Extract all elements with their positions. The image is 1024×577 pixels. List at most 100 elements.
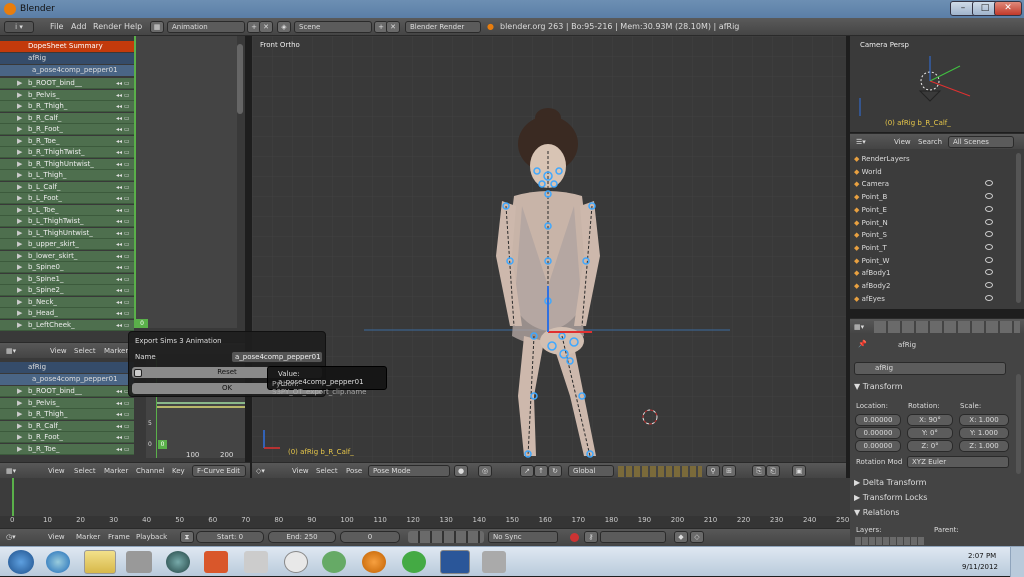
name-input[interactable]: a_pose4comp_pepper01	[231, 351, 323, 363]
channel-row[interactable]: ▶ b_Spine1_ ◂◂ ▭	[0, 273, 134, 285]
snap-icon[interactable]: ⊞	[722, 465, 736, 477]
taskbar-app-icon[interactable]	[126, 551, 152, 573]
timeline-menu-view[interactable]: View	[48, 533, 65, 541]
object-name-field[interactable]: afRig	[854, 362, 1006, 375]
visibility-eye-icon[interactable]	[985, 282, 993, 288]
visibility-lock-icon[interactable]: ◂◂ ▭	[116, 115, 130, 122]
expand-triangle-icon[interactable]: ▶	[17, 398, 22, 409]
channel-row[interactable]: ▶ b_L_Thigh_ ◂◂ ▭	[0, 170, 134, 181]
character-model[interactable]	[252, 36, 846, 462]
word-icon[interactable]	[440, 550, 470, 574]
menu-add[interactable]: Add	[71, 22, 87, 31]
visibility-lock-icon[interactable]: ◂◂ ▭	[116, 276, 130, 283]
visibility-eye-icon[interactable]	[985, 256, 993, 263]
channel-row[interactable]: ▶ b_Head_ ◂◂ ▭	[0, 308, 134, 319]
visibility-lock-icon[interactable]: ◂◂ ▭	[116, 287, 130, 294]
visibility-eye-icon[interactable]	[985, 205, 993, 212]
channel-row[interactable]: ▶ b_L_Toe_ ◂◂ ▭	[0, 204, 134, 216]
outliner-item[interactable]: ◆ Camera	[854, 178, 1021, 190]
app-icon[interactable]	[402, 551, 426, 573]
expand-triangle-icon[interactable]: ▶	[17, 216, 22, 227]
graph-mode-select[interactable]: F-Curve Edit	[192, 465, 246, 477]
channel-row[interactable]: ▶ b_L_ThighTwist_ ◂◂ ▭	[0, 216, 134, 227]
outliner-item[interactable]: ◆ afEyes	[854, 293, 1021, 305]
graph-menu-view[interactable]: View	[48, 467, 65, 475]
visibility-lock-icon[interactable]: ◂◂ ▭	[116, 92, 130, 99]
channel-row[interactable]: ▶ b_upper_skirt_ ◂◂ ▭	[0, 239, 134, 250]
camera-viewport[interactable]: Camera Persp (0) afRig b_R_Calf_	[850, 36, 1024, 132]
expand-triangle-icon[interactable]: ▶	[17, 262, 22, 273]
mode-select[interactable]: Pose Mode	[368, 465, 450, 477]
scale-z-field[interactable]: Z: 1.000	[959, 440, 1009, 452]
channel-row[interactable]: ▶ b_Spine2_ ◂◂ ▭	[0, 285, 134, 296]
close-button[interactable]: ✕	[994, 1, 1022, 16]
channel-row[interactable]: ▶ b_R_Calf_ ◂◂ ▭	[0, 112, 134, 124]
expand-triangle-icon[interactable]: ▶	[17, 78, 22, 89]
dopesheet-menu-view[interactable]: View	[50, 347, 67, 355]
expand-triangle-icon[interactable]: ▶	[17, 432, 22, 443]
render-preview-icon[interactable]: ▣	[792, 465, 806, 477]
sync-select[interactable]: No Sync	[488, 531, 558, 543]
rotation-z-field[interactable]: Z: 0°	[907, 440, 953, 452]
visibility-lock-icon[interactable]: ◂◂ ▭	[116, 103, 130, 110]
visibility-eye-icon[interactable]	[985, 294, 993, 301]
expand-triangle-icon[interactable]: ▶	[17, 251, 22, 262]
talk-icon[interactable]	[284, 551, 308, 573]
visibility-lock-icon[interactable]: ◂◂ ▭	[116, 184, 130, 191]
expand-triangle-icon[interactable]: ▶	[17, 90, 22, 101]
pose-paste-icon[interactable]: ⎗	[766, 465, 780, 477]
fcurve-line[interactable]	[156, 406, 245, 408]
menu-render[interactable]: Render	[93, 22, 121, 31]
visibility-eye-icon[interactable]	[985, 231, 993, 238]
channel-row[interactable]: ▶ b_Spine0_ ◂◂ ▭	[0, 262, 134, 273]
transform-locks-panel[interactable]: ▶ Transform Locks	[854, 491, 1018, 504]
visibility-lock-icon[interactable]: ◂◂ ▭	[116, 80, 130, 87]
rotate-icon[interactable]: ↻	[548, 465, 562, 477]
graph-rig-row[interactable]: afRig	[0, 362, 134, 373]
channel-row[interactable]: ▶ b_L_ThighUntwist_ ◂◂ ▭	[0, 227, 134, 239]
visibility-lock-icon[interactable]: ◂◂ ▭	[116, 218, 130, 225]
scene-icon[interactable]: ◈	[277, 21, 291, 33]
visibility-lock-icon[interactable]: ◂◂ ▭	[116, 434, 130, 441]
editor-type-icon[interactable]: ▦▾	[854, 323, 864, 331]
dopesheet-keyframe-area[interactable]	[134, 36, 237, 328]
graph-channel-row[interactable]: ▶ b_Pelvis_ ◂◂ ▭	[0, 397, 134, 409]
current-frame-field[interactable]: 0	[340, 531, 400, 543]
screen-layout-field[interactable]: Animation	[167, 21, 245, 33]
dopesheet-summary-row[interactable]: DopeSheet Summary	[0, 41, 134, 52]
3d-viewport[interactable]: Front Ortho (0) afRig b_R_Calf_	[252, 36, 846, 462]
outliner-menu-view[interactable]: View	[894, 138, 911, 146]
expand-triangle-icon[interactable]: ▶	[17, 170, 22, 181]
pivot-icon[interactable]: ◎	[478, 465, 492, 477]
visibility-lock-icon[interactable]: ◂◂ ▭	[116, 138, 130, 145]
visibility-lock-icon[interactable]: ◂◂ ▭	[116, 126, 130, 133]
outliner-item[interactable]: ◆ Point_S	[854, 229, 1021, 241]
expand-triangle-icon[interactable]: ▶	[17, 159, 22, 170]
ie-icon[interactable]	[46, 551, 70, 573]
menu-file[interactable]: File	[50, 22, 63, 31]
editor-type-icon[interactable]: ◷▾	[6, 533, 16, 541]
lock-icon[interactable]: ⚲	[706, 465, 720, 477]
rig-row[interactable]: afRig	[0, 53, 134, 64]
visibility-lock-icon[interactable]: ◂◂ ▭	[116, 253, 130, 260]
channel-row[interactable]: ▶ b_R_Foot_ ◂◂ ▭	[0, 124, 134, 135]
graph-menu-select[interactable]: Select	[74, 467, 96, 475]
record-icon[interactable]	[570, 533, 579, 542]
visibility-lock-icon[interactable]: ◂◂ ▭	[116, 264, 130, 271]
expand-triangle-icon[interactable]: ▶	[17, 182, 22, 193]
dopesheet-scrollbar[interactable]	[237, 44, 243, 114]
visibility-lock-icon[interactable]: ◂◂ ▭	[116, 411, 130, 418]
properties-context-tabs[interactable]	[874, 321, 1020, 333]
preview-range-icon[interactable]: ⧗	[180, 531, 194, 543]
media-icon[interactable]	[244, 551, 268, 573]
expand-triangle-icon[interactable]: ▶	[17, 147, 22, 158]
expand-triangle-icon[interactable]: ▶	[17, 274, 22, 285]
editor-type-icon[interactable]: ▦▾	[6, 347, 16, 355]
expand-triangle-icon[interactable]: ▶	[17, 421, 22, 432]
channel-row[interactable]: ▶ b_LeftCheek_ ◂◂ ▭	[0, 319, 134, 331]
pin-icon[interactable]: 📌	[858, 340, 867, 348]
outliner-item[interactable]: ◆ afBody1	[854, 267, 1021, 279]
action-row[interactable]: a_pose4comp_pepper01	[0, 65, 134, 76]
visibility-lock-icon[interactable]: ◂◂ ▭	[116, 161, 130, 168]
viewport-menu-view[interactable]: View	[292, 467, 309, 475]
